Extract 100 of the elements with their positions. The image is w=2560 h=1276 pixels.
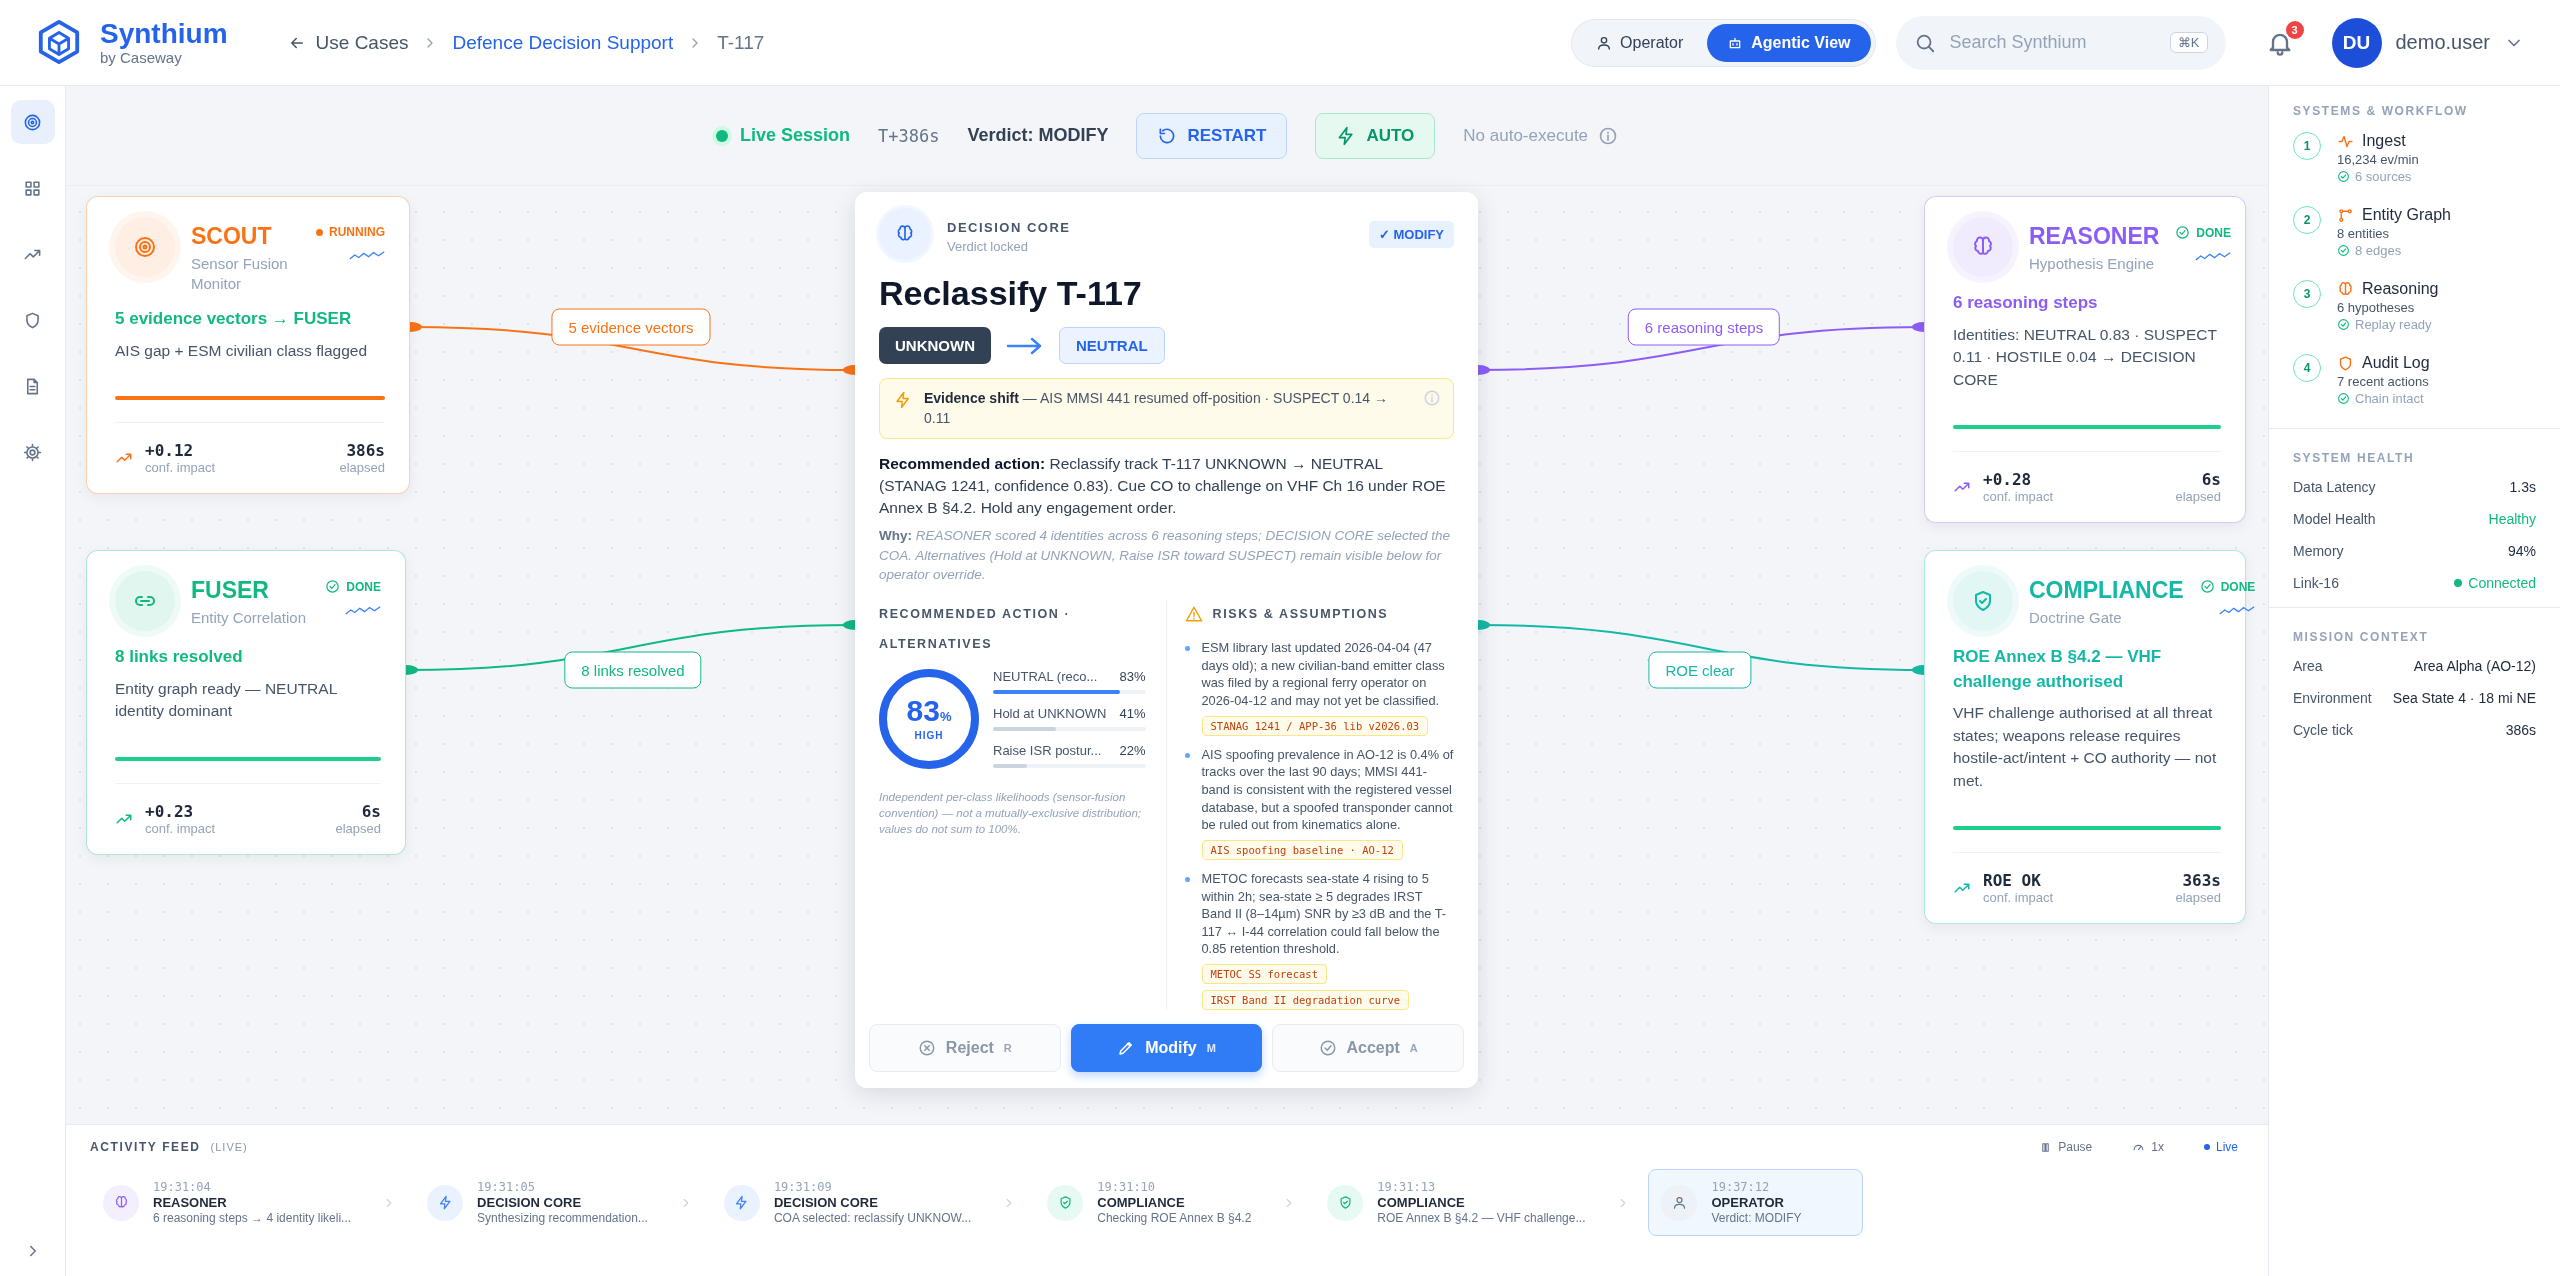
event-agent: COMPLIANCE xyxy=(1097,1195,1186,1210)
feed-item[interactable]: 19:31:09 DECISION CORE COA selected: reclassify UNKNOW... xyxy=(710,1169,985,1236)
edge-label: 6 reasoning steps xyxy=(1627,308,1781,346)
feed-item[interactable]: 19:31:05 DECISION CORE Synthesizing recommendation... xyxy=(414,1169,661,1236)
source-tag: AIS spoofing baseline · AO-12 xyxy=(1201,839,1403,860)
event-text: COA selected: reclassify UNKNOW... xyxy=(773,1211,972,1225)
breadcrumb-link[interactable]: Defence Decision Support xyxy=(452,31,674,54)
close-icon xyxy=(917,1039,936,1058)
feed-item[interactable]: 19:31:10 COMPLIANCE Checking ROE Annex B §4.2 xyxy=(1034,1169,1265,1236)
feed-item[interactable]: 19:37:12 OPERATOR Verdict: MODIFY xyxy=(1648,1169,1863,1236)
section-title: MISSION CONTEXT xyxy=(2293,630,2430,644)
event-text: 6 reasoning steps → 4 identity likeli... xyxy=(153,1211,352,1225)
agent-name: SCOUT xyxy=(191,223,273,250)
sparkline xyxy=(2195,250,2232,262)
sparkline xyxy=(345,604,381,616)
elapsed-label: elapsed xyxy=(339,460,385,476)
app-tagline: by Caseway xyxy=(100,49,183,67)
target-icon[interactable] xyxy=(10,100,55,144)
metric-value: Connected xyxy=(2454,575,2536,591)
graph-icon xyxy=(2337,206,2354,224)
view-toggle-option[interactable]: Agentic View xyxy=(1707,23,1871,62)
shortcut-hint: ⌘K xyxy=(2169,32,2208,53)
impact-value: ROE OK xyxy=(1983,871,2042,891)
person-icon xyxy=(1596,34,1613,51)
agent-headline: 6 reasoning steps xyxy=(1953,292,2099,314)
event-time: 19:31:09 xyxy=(773,1180,833,1194)
alternative-value: 41% xyxy=(1119,706,1146,722)
impact-value: +0.23 xyxy=(145,801,195,821)
agent-description: AIS gap + ESM civilian class flagged xyxy=(115,340,368,361)
event-text: Synthesizing recommendation... xyxy=(477,1211,648,1225)
step-check: 8 edges xyxy=(2355,243,2402,258)
bullet-dot xyxy=(1184,876,1190,882)
risk-text: ESM library last updated 2026-04-04 (47 days old); a new civilian-band emitter class was filed by a regional ferry operator on 2026-04-12 and may not yet be classified. xyxy=(1201,638,1446,710)
user-avatar[interactable]: DU xyxy=(2331,17,2382,68)
modify-button[interactable]: Modify M xyxy=(1070,1024,1263,1073)
event-agent: DECISION CORE xyxy=(477,1195,583,1210)
speed-control[interactable]: 1x xyxy=(2126,1139,2170,1155)
app-name: Synthium xyxy=(100,18,228,50)
bolt-icon xyxy=(427,1184,464,1221)
context-label: Environment xyxy=(2293,690,2372,706)
step-check: Replay ready xyxy=(2355,317,2432,332)
event-agent: COMPLIANCE xyxy=(1377,1195,1466,1210)
status-label: DONE xyxy=(346,579,381,594)
bullet-dot xyxy=(1184,645,1190,651)
live-control[interactable]: Live xyxy=(2198,1139,2244,1155)
brain-icon xyxy=(879,208,931,260)
agent-role: Sensor Fusion Monitor xyxy=(191,254,289,293)
agent-role: Entity Correlation xyxy=(191,608,307,628)
source-tag: IRST Band II degradation curve xyxy=(1201,990,1410,1011)
card-status: Verdict locked xyxy=(947,239,1029,254)
impact-label: conf. impact xyxy=(145,820,216,836)
confidence-value: 83% xyxy=(906,696,952,727)
decision-title: Reclassify T-117 xyxy=(879,274,1143,313)
bolt-icon xyxy=(894,391,912,409)
auto-button[interactable]: AUTO xyxy=(1315,112,1436,159)
step-detail: 7 recent actions xyxy=(2337,374,2430,389)
live-status: Live Session xyxy=(715,125,850,146)
back-link[interactable]: Use Cases xyxy=(315,31,409,54)
bolt-icon xyxy=(723,1184,760,1221)
metric-label: Link-16 xyxy=(2293,575,2339,591)
restart-button[interactable]: RESTART xyxy=(1136,112,1288,159)
agent-name: REASONER xyxy=(2029,223,2160,250)
section-title: RISKS & ASSUMPTIONS xyxy=(1212,605,1389,623)
brain-icon xyxy=(103,1184,139,1221)
bullet-dot xyxy=(1184,752,1190,758)
impact-label: conf. impact xyxy=(145,460,216,476)
event-agent: REASONER xyxy=(153,1195,228,1210)
alert-text: Evidence shift — AIS MMSI 441 resumed off-position · SUSPECT 0.14 → 0.11 xyxy=(924,389,1389,428)
event-time: 19:31:10 xyxy=(1097,1180,1157,1194)
context-label: Cycle tick xyxy=(2293,722,2353,738)
event-time: 19:31:04 xyxy=(153,1180,212,1194)
feed-tag: (LIVE) xyxy=(210,1141,248,1153)
sparkline xyxy=(2219,604,2256,616)
feed-item[interactable]: 19:31:13 COMPLIANCE ROE Annex B §4.2 — VHF challenge... xyxy=(1314,1169,1599,1236)
shield-check-icon xyxy=(1047,1184,1084,1221)
feed-item[interactable]: 19:31:04 REASONER 6 reasoning steps → 4 identity likeli... xyxy=(90,1169,365,1236)
edge-label: ROE clear xyxy=(1648,651,1752,689)
edge-label: 8 links resolved xyxy=(564,651,702,689)
pause-control[interactable]: Pause xyxy=(2033,1139,2099,1155)
agent-role: Hypothesis Engine xyxy=(2029,254,2156,274)
agent-headline: ROE Annex B §4.2 — VHF challenge authorised xyxy=(1953,646,2163,693)
info-icon[interactable] xyxy=(1598,125,1619,146)
feed-title: ACTIVITY FEED xyxy=(90,1140,201,1154)
impact-label: conf. impact xyxy=(1983,890,2054,906)
alternative-label: Hold at UNKNOWN xyxy=(993,706,1107,722)
sparkline xyxy=(349,249,385,261)
search-field[interactable]: Search Synthium ⌘K xyxy=(1895,15,2226,70)
event-text: ROE Annex B §4.2 — VHF challenge... xyxy=(1377,1211,1586,1225)
view-toggle-option[interactable]: Operator xyxy=(1576,23,1704,62)
step-name: Audit Log xyxy=(2362,354,2430,372)
search-input[interactable]: Search Synthium xyxy=(1947,31,2158,54)
shield-check-icon xyxy=(1327,1184,1364,1221)
shield-icon xyxy=(2337,354,2354,372)
alternative-value: 83% xyxy=(1119,669,1146,685)
event-text: Verdict: MODIFY xyxy=(1711,1211,1802,1225)
from-class-tag: UNKNOWN xyxy=(879,327,991,364)
warning-icon xyxy=(1184,604,1203,623)
impact-label: conf. impact xyxy=(1983,489,2054,505)
user-name[interactable]: demo.user xyxy=(2395,31,2490,54)
agent-description: Identities: NEUTRAL 0.83 · SUSPECT 0.11 · HOSTILE 0.04 → DECISION CORE xyxy=(1953,324,2218,390)
